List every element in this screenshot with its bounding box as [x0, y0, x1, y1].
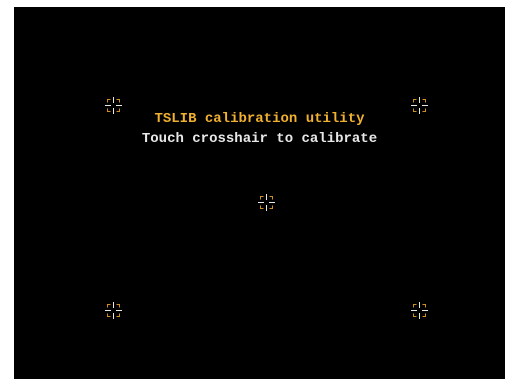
crosshair-icon: [411, 302, 428, 319]
page-title: TSLIB calibration utility: [154, 111, 365, 127]
crosshair-icon: [411, 97, 428, 114]
crosshair-icon: [105, 302, 122, 319]
crosshair-icon[interactable]: [258, 194, 275, 211]
crosshair-icon: [105, 97, 122, 114]
calibration-screen[interactable]: TSLIB calibration utility Touch crosshai…: [14, 7, 505, 379]
instruction-text: Touch crosshair to calibrate: [141, 131, 378, 147]
